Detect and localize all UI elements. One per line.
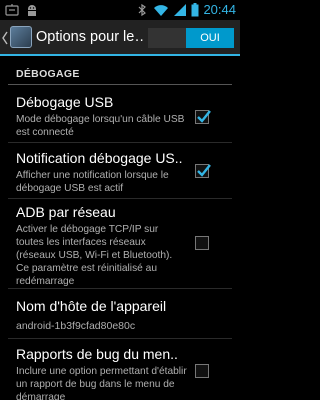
usb-debugging-checkbox[interactable] — [195, 110, 211, 124]
pref-title: Débogage USB — [16, 94, 114, 110]
debug-notification-checkbox[interactable] — [195, 164, 211, 178]
check-icon — [197, 164, 211, 177]
pref-summary: Afficher une notification lorsque le déb… — [16, 170, 169, 194]
battery-icon — [191, 3, 199, 17]
pref-summary: Inclure une option permettant d'établir … — [16, 366, 187, 400]
section-header: DÉBOGAGE — [16, 68, 80, 80]
wifi-icon — [154, 5, 169, 16]
pref-summary: Mode débogage lorsqu'un câble USB est co… — [16, 114, 185, 138]
divider — [8, 142, 232, 143]
pref-title: ADB par réseau — [16, 204, 116, 220]
up-caret-icon[interactable] — [2, 30, 8, 46]
usb-icon — [5, 4, 19, 16]
preferences-list: DÉBOGAGE Débogage USB Mode débogage lors… — [0, 58, 240, 400]
divider — [8, 288, 232, 289]
pref-summary: android-1b3f9cfad80e80c — [16, 320, 136, 332]
divider — [8, 338, 232, 339]
adb-network-checkbox[interactable] — [195, 236, 209, 250]
bluetooth-mute-icon — [139, 3, 147, 17]
check-icon — [197, 110, 211, 123]
bug-report-menu-checkbox[interactable] — [195, 364, 209, 378]
divider — [8, 198, 232, 199]
developer-options-switch[interactable]: OUI — [148, 28, 234, 48]
settings-app-icon[interactable] — [10, 26, 32, 48]
switch-on-label: OUI — [186, 28, 234, 48]
clock: 20:44 — [203, 2, 236, 17]
pref-summary: Activer le débogage TCP/IP sur toutes le… — [16, 224, 173, 287]
page-title: Options pour le… — [36, 29, 144, 45]
pref-title: Rapports de bug du men.. — [16, 346, 178, 362]
pref-device-hostname[interactable]: Nom d'hôte de l'appareil android-1b3f9cf… — [16, 298, 240, 333]
action-bar: Options pour le… OUI — [0, 20, 240, 56]
section-divider — [8, 84, 232, 85]
pref-title: Nom d'hôte de l'appareil — [16, 298, 167, 314]
pref-title: Notification débogage US.. — [16, 150, 183, 166]
status-bar: 20:44 — [0, 0, 240, 20]
signal-icon — [174, 4, 187, 16]
android-debug-icon — [28, 5, 36, 16]
